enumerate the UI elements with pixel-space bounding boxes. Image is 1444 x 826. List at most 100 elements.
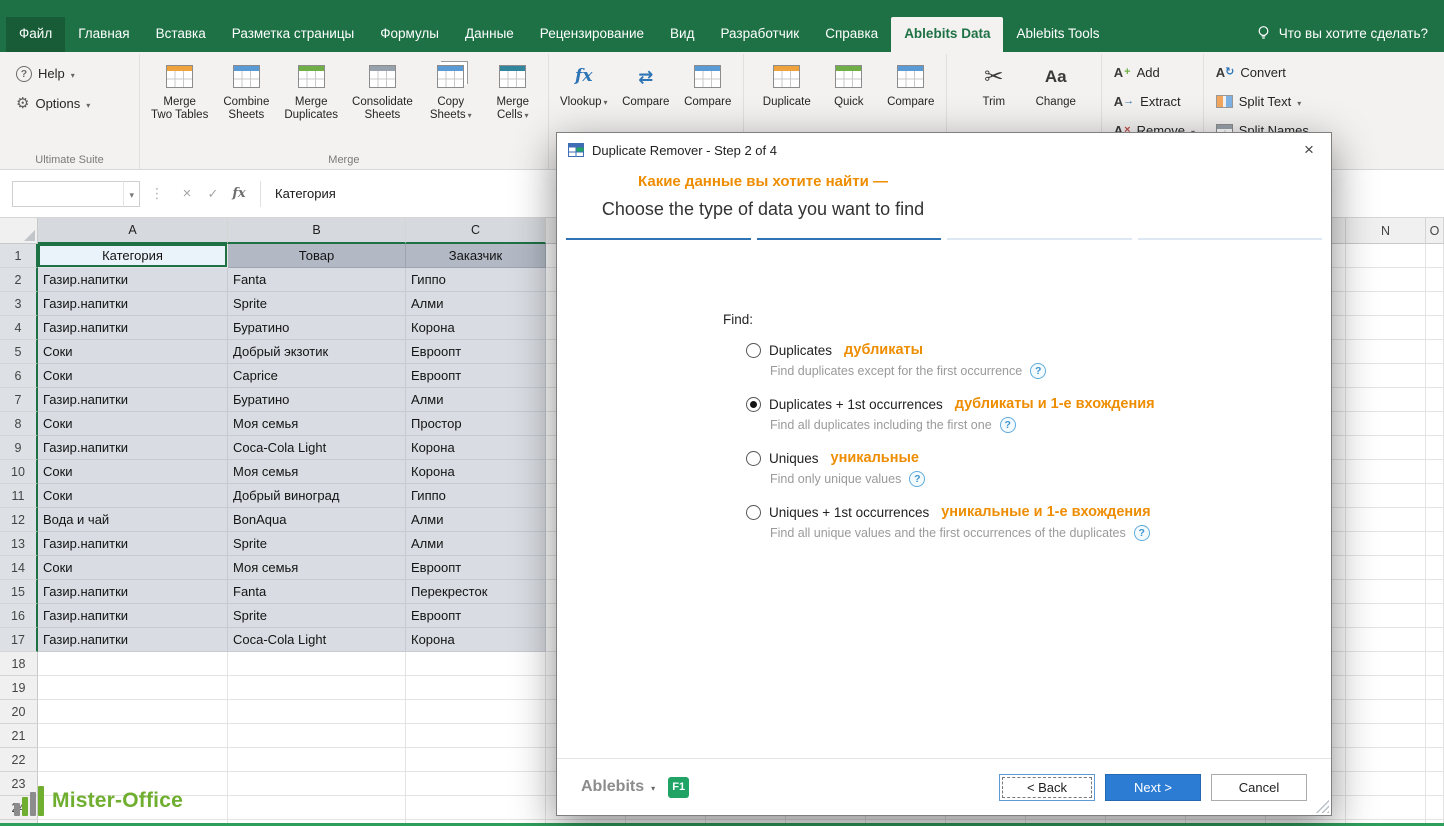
ribbon-button-quick[interactable]: Quick bbox=[818, 57, 880, 109]
row-header-17[interactable]: 17 bbox=[0, 628, 38, 652]
cell-B9[interactable]: Coca-Cola Light bbox=[228, 436, 406, 460]
cell-B1[interactable]: Товар bbox=[228, 244, 406, 268]
cell-C10[interactable]: Корона bbox=[406, 460, 546, 484]
cell-O15[interactable] bbox=[1426, 580, 1444, 604]
cell-O1[interactable] bbox=[1426, 244, 1444, 268]
row-header-10[interactable]: 10 bbox=[0, 460, 38, 484]
ribbon-button-compare[interactable]: Compare bbox=[677, 57, 739, 109]
cell-O5[interactable] bbox=[1426, 340, 1444, 364]
column-header-O[interactable]: O bbox=[1426, 218, 1444, 244]
ribbon-tab-item[interactable]: Вид bbox=[657, 17, 707, 52]
cell-C9[interactable]: Корона bbox=[406, 436, 546, 460]
ribbon-button-merge-two-tables[interactable]: MergeTwo Tables bbox=[144, 57, 215, 122]
cell-N3[interactable] bbox=[1346, 292, 1426, 316]
ribbon-button-trim[interactable]: Trim bbox=[963, 57, 1025, 109]
cell-O6[interactable] bbox=[1426, 364, 1444, 388]
cell-N12[interactable] bbox=[1346, 508, 1426, 532]
row-header-5[interactable]: 5 bbox=[0, 340, 38, 364]
cell-N14[interactable] bbox=[1346, 556, 1426, 580]
column-header-N[interactable]: N bbox=[1346, 218, 1426, 244]
row-header-1[interactable]: 1 bbox=[0, 244, 38, 268]
column-header-C[interactable]: C bbox=[406, 218, 546, 244]
ribbon-tab-item[interactable]: Данные bbox=[452, 17, 527, 52]
cell-N24[interactable] bbox=[1346, 796, 1426, 820]
ribbon-button-help[interactable]: Help bbox=[16, 64, 90, 83]
cell-N6[interactable] bbox=[1346, 364, 1426, 388]
row-header-14[interactable]: 14 bbox=[0, 556, 38, 580]
cell-B18[interactable] bbox=[228, 652, 406, 676]
cell-N1[interactable] bbox=[1346, 244, 1426, 268]
f1-help-badge[interactable]: F1 bbox=[668, 777, 689, 798]
resize-grip[interactable] bbox=[1316, 800, 1329, 813]
radio-icon[interactable] bbox=[746, 451, 761, 466]
cell-O17[interactable] bbox=[1426, 628, 1444, 652]
row-header-3[interactable]: 3 bbox=[0, 292, 38, 316]
cell-B12[interactable]: BonAqua bbox=[228, 508, 406, 532]
ribbon-button-copy-sheets[interactable]: CopySheets bbox=[420, 57, 482, 122]
cell-C20[interactable] bbox=[406, 700, 546, 724]
tell-me[interactable]: Что вы хотите сделать? bbox=[1246, 16, 1438, 52]
cell-A3[interactable]: Газир.напитки bbox=[38, 292, 228, 316]
cell-B22[interactable] bbox=[228, 748, 406, 772]
cell-A13[interactable]: Газир.напитки bbox=[38, 532, 228, 556]
cell-O11[interactable] bbox=[1426, 484, 1444, 508]
cell-N7[interactable] bbox=[1346, 388, 1426, 412]
cell-C23[interactable] bbox=[406, 772, 546, 796]
cell-A15[interactable]: Газир.напитки bbox=[38, 580, 228, 604]
close-icon[interactable] bbox=[1291, 136, 1327, 164]
formula-bar-value[interactable]: Категория bbox=[275, 186, 336, 201]
ribbon-button-combine-sheets[interactable]: CombineSheets bbox=[215, 57, 277, 122]
cell-A2[interactable]: Газир.напитки bbox=[38, 268, 228, 292]
cell-N9[interactable] bbox=[1346, 436, 1426, 460]
radio-option-duplicates-1st-occurrences[interactable]: Duplicates + 1st occurrencesдубликаты и … bbox=[746, 396, 1331, 412]
cell-C5[interactable]: Евроопт bbox=[406, 340, 546, 364]
cancel-entry-icon[interactable] bbox=[174, 185, 200, 202]
cell-O9[interactable] bbox=[1426, 436, 1444, 460]
radio-icon[interactable] bbox=[746, 397, 761, 412]
cell-C16[interactable]: Евроопт bbox=[406, 604, 546, 628]
row-header-19[interactable]: 19 bbox=[0, 676, 38, 700]
ribbon-button-compare[interactable]: Compare bbox=[880, 57, 942, 109]
cell-C24[interactable] bbox=[406, 796, 546, 820]
ribbon-tab-item[interactable]: Справка bbox=[812, 17, 891, 52]
ribbon-button-merge-cells[interactable]: MergeCells bbox=[482, 57, 544, 122]
cell-C3[interactable]: Алми bbox=[406, 292, 546, 316]
help-circle-icon[interactable] bbox=[1000, 417, 1016, 433]
cell-B6[interactable]: Caprice bbox=[228, 364, 406, 388]
cell-A20[interactable] bbox=[38, 700, 228, 724]
cell-C18[interactable] bbox=[406, 652, 546, 676]
cell-C12[interactable]: Алми bbox=[406, 508, 546, 532]
confirm-entry-icon[interactable] bbox=[200, 186, 226, 202]
cell-B16[interactable]: Sprite bbox=[228, 604, 406, 628]
cell-C11[interactable]: Гиппо bbox=[406, 484, 546, 508]
row-header-12[interactable]: 12 bbox=[0, 508, 38, 532]
row-header-18[interactable]: 18 bbox=[0, 652, 38, 676]
help-circle-icon[interactable] bbox=[1134, 525, 1150, 541]
ribbon-tab-item[interactable]: Формулы bbox=[367, 17, 452, 52]
cell-N8[interactable] bbox=[1346, 412, 1426, 436]
ribbon-tab-ablebits-tools[interactable]: Ablebits Tools bbox=[1003, 17, 1112, 52]
row-header-21[interactable]: 21 bbox=[0, 724, 38, 748]
cell-C2[interactable]: Гиппо bbox=[406, 268, 546, 292]
cell-O16[interactable] bbox=[1426, 604, 1444, 628]
cell-O12[interactable] bbox=[1426, 508, 1444, 532]
row-header-4[interactable]: 4 bbox=[0, 316, 38, 340]
cell-A11[interactable]: Соки bbox=[38, 484, 228, 508]
ablebits-menu[interactable]: Ablebits bbox=[581, 778, 655, 796]
cell-B14[interactable]: Моя семья bbox=[228, 556, 406, 580]
cell-O20[interactable] bbox=[1426, 700, 1444, 724]
name-box[interactable] bbox=[12, 181, 140, 207]
help-circle-icon[interactable] bbox=[909, 471, 925, 487]
dialog-title-bar[interactable]: Duplicate Remover - Step 2 of 4 bbox=[557, 133, 1331, 167]
radio-icon[interactable] bbox=[746, 505, 761, 520]
cell-A6[interactable]: Соки bbox=[38, 364, 228, 388]
cell-C14[interactable]: Евроопт bbox=[406, 556, 546, 580]
cell-B5[interactable]: Добрый экзотик bbox=[228, 340, 406, 364]
ribbon-button-change[interactable]: Change bbox=[1025, 57, 1087, 109]
ribbon-button-options[interactable]: Options bbox=[16, 94, 90, 113]
cell-B7[interactable]: Буратино bbox=[228, 388, 406, 412]
cell-B21[interactable] bbox=[228, 724, 406, 748]
cell-N15[interactable] bbox=[1346, 580, 1426, 604]
cell-N21[interactable] bbox=[1346, 724, 1426, 748]
cell-C1[interactable]: Заказчик bbox=[406, 244, 546, 268]
